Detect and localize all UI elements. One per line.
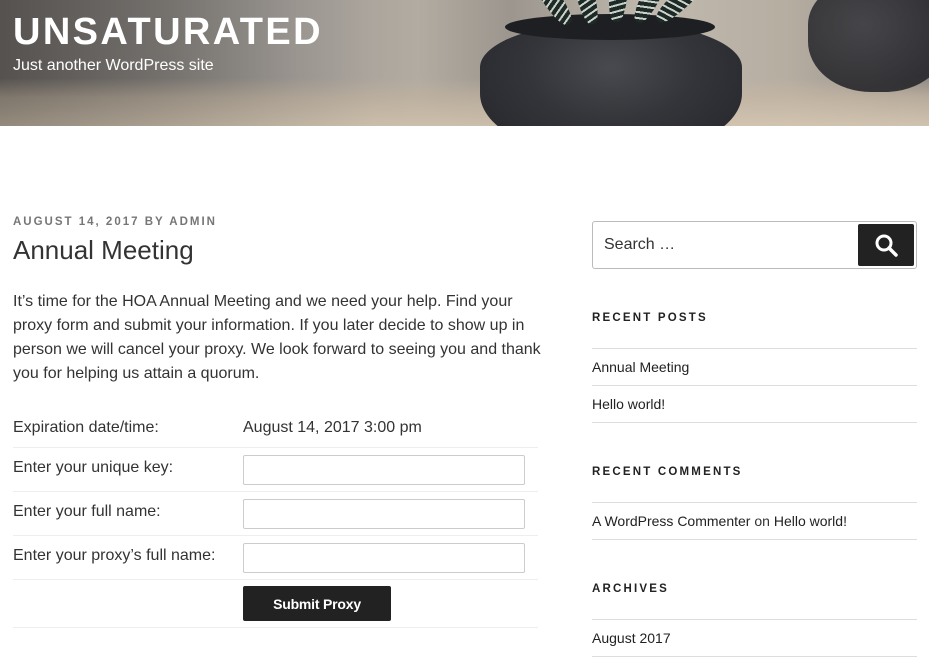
proxy-name-label: Enter your proxy’s full name: [13,547,216,564]
proxy-form: Expiration date/time: August 14, 2017 3:… [13,408,538,628]
comment-post-link[interactable]: Hello world! [774,513,847,529]
archive-link[interactable]: August 2017 [592,630,671,646]
archives-title: ARCHIVES [592,583,670,595]
unique-key-input[interactable] [243,455,525,485]
full-name-row: Enter your full name: [13,492,538,536]
list-item: Annual Meeting [592,349,917,386]
post-body: It’s time for the HOA Annual Meeting and… [13,293,541,382]
unique-key-row: Enter your unique key: [13,448,538,492]
expiration-label: Expiration date/time: [13,419,159,436]
comment-author-link[interactable]: A WordPress Commenter [592,513,750,529]
comment-on-label: on [754,513,770,529]
proxy-name-input[interactable] [243,543,525,573]
full-name-label: Enter your full name: [13,503,161,520]
recent-posts-title: RECENT POSTS [592,312,708,324]
post-meta: AUGUST 14, 2017 BY ADMIN [13,215,217,229]
full-name-input[interactable] [243,499,525,529]
site-header: UNSATURATED Just another WordPress site [0,0,929,126]
recent-comments-list: A WordPress Commenter on Hello world! [592,502,917,540]
expiration-value: August 14, 2017 3:00 pm [243,419,422,436]
post-date[interactable]: AUGUST 14, 2017 [13,216,140,228]
site-description: Just another WordPress site [13,57,214,74]
recent-posts-list: Annual Meeting Hello world! [592,348,917,423]
recent-post-link[interactable]: Annual Meeting [592,359,689,375]
submit-proxy-button[interactable]: Submit Proxy [243,586,391,621]
post-author[interactable]: ADMIN [169,216,217,228]
post-by-label: BY [144,216,165,228]
unique-key-label: Enter your unique key: [13,459,174,476]
proxy-name-row: Enter your proxy’s full name: [13,536,538,580]
search-button[interactable] [858,224,914,266]
archives-list: August 2017 [592,619,917,657]
list-item: A WordPress Commenter on Hello world! [592,503,917,540]
submit-row: Submit Proxy [13,580,538,628]
expiration-row: Expiration date/time: August 14, 2017 3:… [13,408,538,448]
search-icon [875,234,898,257]
recent-post-link[interactable]: Hello world! [592,396,665,412]
post-title[interactable]: Annual Meeting [13,233,194,267]
list-item: Hello world! [592,386,917,423]
recent-comments-title: RECENT COMMENTS [592,466,743,478]
list-item: August 2017 [592,620,917,657]
site-title[interactable]: UNSATURATED [13,10,323,54]
search-input[interactable] [593,222,855,268]
search-form [592,221,917,269]
